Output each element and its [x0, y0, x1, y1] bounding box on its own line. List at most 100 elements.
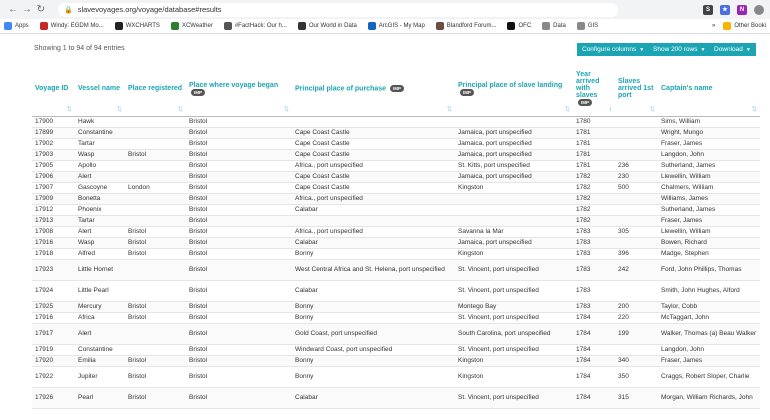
table-cell: 1782	[573, 204, 615, 216]
table-row[interactable]: 17923 Little Hornet Bristol West Central Af…	[32, 259, 760, 281]
bookmarks-more-icon[interactable]: »	[712, 23, 715, 29]
table-cell: Cape Coast Castle	[292, 138, 455, 150]
table-cell: McTaggart, John	[658, 312, 760, 324]
table-row[interactable]: 17918 Alfred Bristol Bristol Bonny Kingston 17…	[32, 248, 760, 260]
table-row[interactable]: 17919 Constantine Bristol Windward Coast, p…	[32, 344, 760, 356]
forward-arrow-icon[interactable]: →	[20, 4, 34, 15]
table-row[interactable]: 17912 Phoenix Bristol Calabar 1782 Sutherland…	[32, 204, 760, 216]
table-cell: London	[125, 182, 186, 194]
table-row[interactable]: 17916 Africa Bristol Bristol Bonny St. Vincen…	[32, 312, 760, 324]
table-cell: Bristol	[125, 355, 186, 367]
bookmark-item[interactable]: Windy: EGDM Mo...	[39, 22, 104, 30]
table-row[interactable]: 17906 Alert Bristol Cape Coast Castle Jamaic…	[32, 171, 760, 183]
star-bookmark-icon[interactable]: ★	[720, 4, 730, 15]
sort-icon[interactable]: ⇅	[117, 105, 122, 113]
bookmark-item[interactable]: #FactHack: Our h...	[223, 22, 287, 30]
profile-avatar-icon[interactable]	[754, 4, 764, 15]
column-header[interactable]: Principal place of purchase IMP ⇅	[292, 62, 455, 117]
table-cell: Bonny	[292, 301, 455, 313]
bookmark-item[interactable]: Data	[542, 22, 566, 30]
sort-icon[interactable]: ⇅	[752, 105, 757, 113]
table-cell: Fraser, James	[658, 215, 760, 227]
column-header[interactable]: Vessel name ⇅	[75, 62, 125, 117]
table-row[interactable]: 17908 Alert Bristol Bristol Africa., port un…	[32, 226, 760, 238]
table-cell: 1781	[573, 149, 615, 161]
table-cell: Langdon, John	[658, 344, 760, 356]
bookmark-item[interactable]: Blandford Forum...	[435, 22, 496, 30]
column-header[interactable]: Slaves arrived 1st port ⇅	[615, 62, 658, 117]
sort-icon[interactable]: ⇅	[284, 105, 289, 113]
bookmark-item[interactable]: WXCHARTS	[114, 22, 160, 30]
table-row[interactable]: 17903 Wasp Bristol Bristol Cape Coast Castle…	[32, 149, 760, 161]
table-cell	[455, 204, 573, 216]
sort-ascending-icon[interactable]: ↑	[609, 106, 612, 113]
table-row[interactable]: 17925 Mercury Bristol Bristol Bonny Montego B…	[32, 301, 760, 313]
table-cell	[615, 280, 658, 302]
table-cell: Bristol	[125, 226, 186, 238]
table-row[interactable]: 17907 Gascoyne London Bristol Cape Coast Cas…	[32, 182, 760, 194]
column-header[interactable]: Principal place of slave landing IMP ⇅	[455, 62, 573, 117]
other-bookmarks-link[interactable]: Other Booki	[734, 23, 766, 29]
bookmark-item[interactable]: Our World in Data	[297, 22, 357, 30]
table-row[interactable]: 17922 Jupiter Bristol Bristol Bonny Kingston 1…	[32, 366, 760, 388]
table-cell: Bristol	[186, 171, 292, 183]
extension-s-icon[interactable]: S	[703, 4, 713, 15]
column-header[interactable]: Place where voyage began IMP ⇅	[186, 62, 292, 117]
column-header-label: Principal place of slave landing	[458, 81, 563, 89]
bookmarks-overflow: » Other Booki	[712, 22, 766, 30]
column-header[interactable]: Place registered ⇅	[125, 62, 186, 117]
show-rows-button[interactable]: Show 200 rows ▼	[648, 43, 711, 56]
column-header[interactable]: Voyage ID ⇅	[32, 62, 75, 117]
table-cell: Bristol	[186, 116, 292, 128]
table-cell: Bristol	[186, 138, 292, 150]
bookmark-item[interactable]: ArcGIS - My Map	[367, 22, 425, 30]
table-cell: Bristol	[186, 127, 292, 139]
bookmark-item[interactable]: GIS	[576, 22, 598, 30]
table-cell: Bristol	[186, 280, 292, 302]
sort-icon[interactable]: ⇅	[565, 105, 570, 113]
table-row[interactable]: 17909 Bonetta Bristol Africa., port unspeci…	[32, 193, 760, 205]
results-toolbar: Showing 1 to 94 of 94 entries Configure …	[0, 34, 770, 64]
table-cell: Cape Coast Castle	[292, 149, 455, 161]
imp-badge: IMP	[389, 85, 404, 93]
table-row[interactable]: 17926 Pearl Bristol Bristol Calabar St. Vince…	[32, 387, 760, 409]
bookmark-item[interactable]: Apps	[4, 22, 29, 30]
table-cell: 1781	[573, 160, 615, 172]
table-row[interactable]: 17924 Little Pearl Bristol Calabar St. Vince…	[32, 280, 760, 302]
back-arrow-icon[interactable]: ←	[6, 4, 20, 15]
table-cell	[125, 323, 186, 345]
sort-icon[interactable]: ⇅	[447, 105, 452, 113]
reload-icon[interactable]: ↻	[34, 4, 48, 15]
table-row[interactable]: 17902 Tartar Bristol Cape Coast Castle Jamai…	[32, 138, 760, 150]
table-row[interactable]: 17900 Hawk Bristol 1780 Sims, William	[32, 116, 760, 128]
sort-icon[interactable]: ⇅	[178, 105, 183, 113]
table-cell: St. Kitts, port unspecified	[455, 160, 573, 172]
table-cell	[455, 116, 573, 128]
column-header[interactable]: Year arrived with slaves IMP ↑	[573, 62, 615, 117]
table-row[interactable]: 17913 Tartar Bristol 1782 Fraser, James	[32, 215, 760, 227]
sort-icon[interactable]: ⇅	[650, 105, 655, 113]
table-cell	[125, 344, 186, 356]
table-cell: Bristol	[186, 312, 292, 324]
table-cell	[615, 138, 658, 150]
configure-columns-button[interactable]: Configure columns ▼	[577, 43, 650, 56]
sort-icon[interactable]: ⇅	[67, 105, 72, 113]
download-label: Download	[714, 46, 743, 53]
bookmark-item[interactable]: OFC	[507, 22, 531, 30]
download-button[interactable]: Download ▼	[709, 43, 756, 56]
table-cell: St. Vincent, port unspecified	[455, 259, 573, 281]
table-row[interactable]: 17917 Alert Bristol Gold Coast, port unspec…	[32, 323, 760, 345]
extension-n-icon[interactable]: N	[737, 4, 747, 15]
table-row[interactable]: 17905 Apollo Bristol Africa., port unspecif…	[32, 160, 760, 172]
table-cell: St. Vincent, port unspecified	[455, 280, 573, 302]
table-row[interactable]: 17916 Wasp Bristol Bristol Calabar Jamaica, p…	[32, 237, 760, 249]
table-row[interactable]: 17899 Constantine Bristol Cape Coast Castle…	[32, 127, 760, 139]
table-cell: Alert	[75, 171, 125, 183]
url-field[interactable]: 🔒 slavevoyages.org/voyage/database#resul…	[58, 2, 618, 17]
column-header[interactable]: Captain's name ⇅	[658, 62, 760, 117]
show-rows-label: Show 200 rows	[653, 46, 698, 53]
table-cell: 17916	[32, 237, 75, 249]
table-row[interactable]: 17920 Emilia Bristol Bristol Bonny Kingston 17…	[32, 355, 760, 367]
bookmark-item[interactable]: XCWeather	[170, 22, 213, 30]
column-header-label: Vessel name	[78, 85, 121, 93]
